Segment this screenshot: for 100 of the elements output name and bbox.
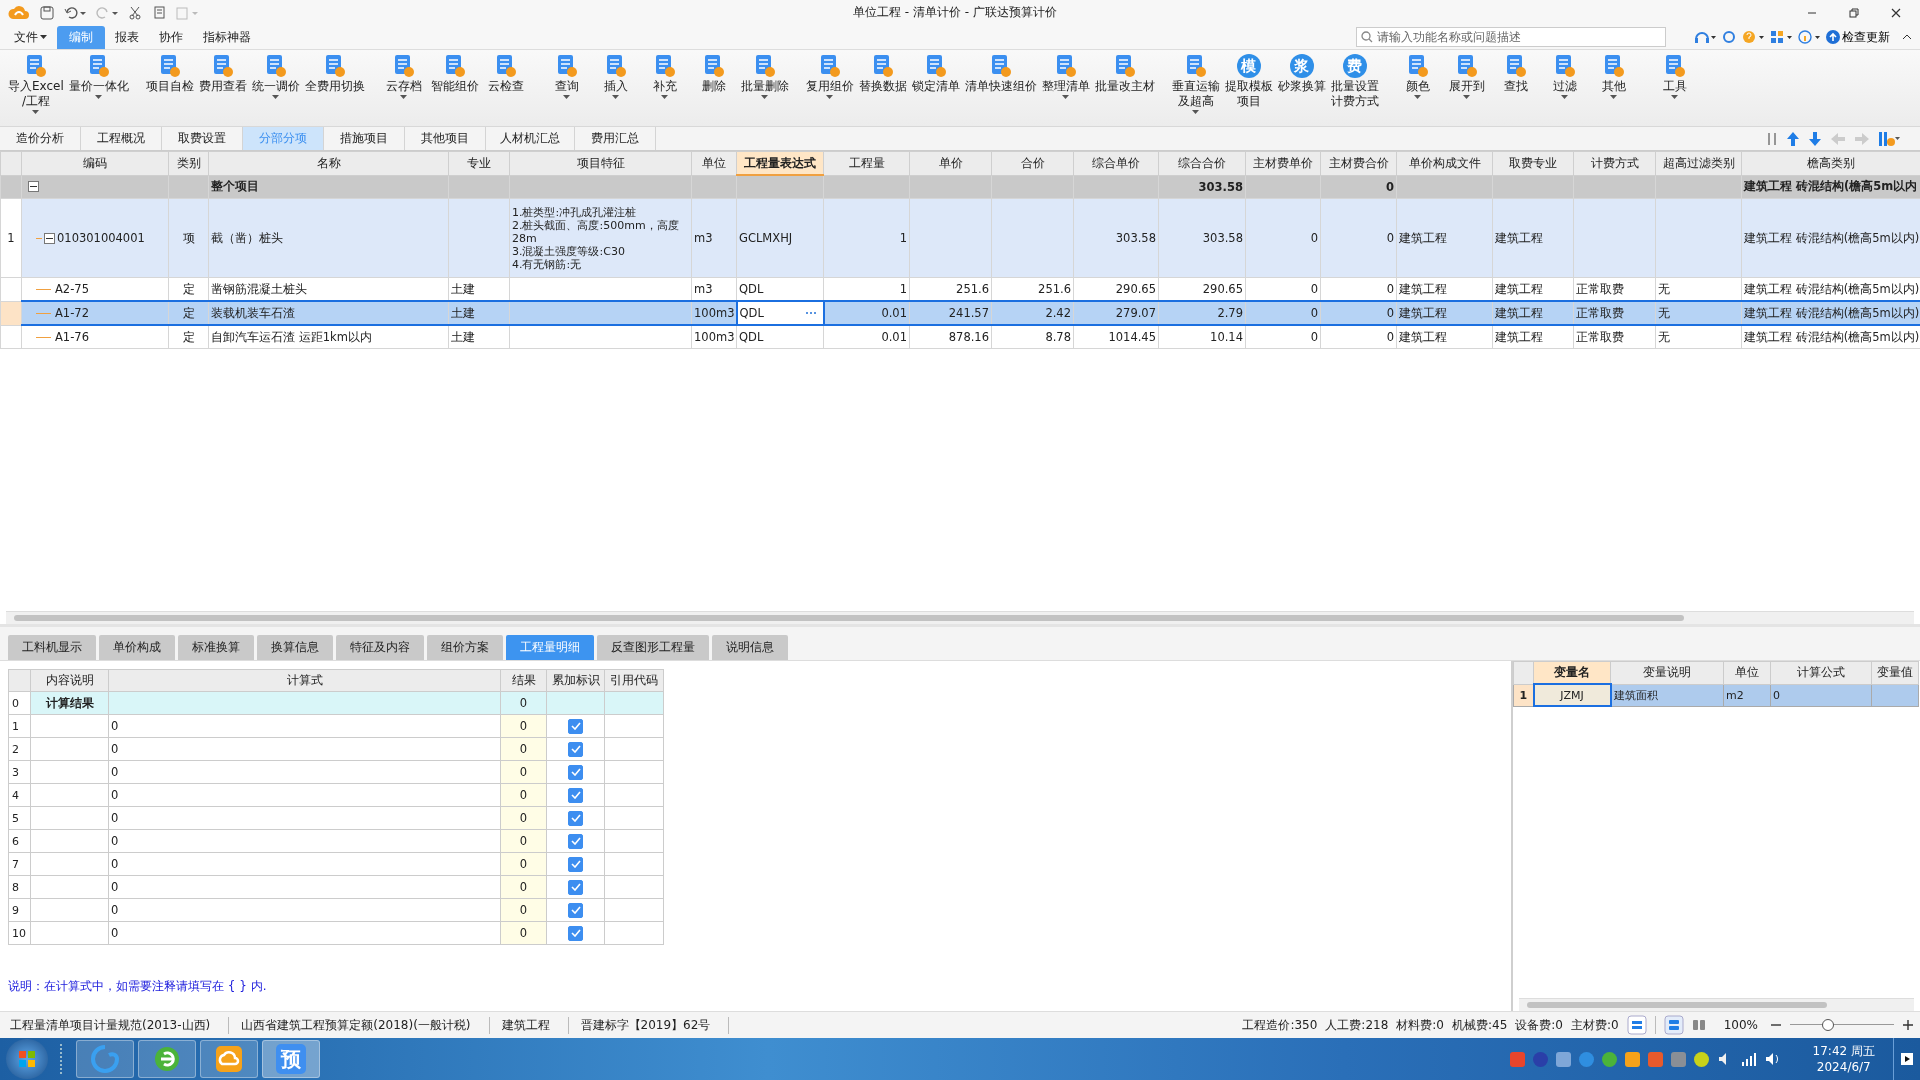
detail-tab[interactable]: 换算信息 <box>257 635 333 660</box>
check-update-button[interactable]: 检查更新 <box>1826 28 1896 46</box>
detail-tab[interactable]: 组价方案 <box>427 635 503 660</box>
checkbox[interactable] <box>568 856 583 872</box>
info-icon[interactable] <box>1798 30 1820 44</box>
tray-icon[interactable] <box>1578 1051 1594 1067</box>
toolbar-button[interactable]: 整理清单 <box>1039 54 1092 99</box>
stacked-layout-icon[interactable] <box>1663 1015 1684 1035</box>
column-header[interactable]: 工程量 <box>823 151 910 175</box>
column-header[interactable]: 工程量表达式 <box>736 151 824 175</box>
toolbar-button[interactable]: 查询 <box>542 54 591 99</box>
toolbar-button[interactable]: 费 批量设置 计费方式 <box>1328 54 1381 109</box>
checkbox[interactable] <box>568 810 583 826</box>
collapse-toggle[interactable] <box>28 181 39 193</box>
column-header[interactable]: 项目特征 <box>509 151 692 175</box>
signal-icon[interactable] <box>1740 1051 1757 1067</box>
toolbar-button[interactable]: 其他 <box>1589 54 1638 99</box>
menu-item[interactable]: 文件 <box>4 25 57 49</box>
help-icon[interactable] <box>1742 30 1764 44</box>
checkbox[interactable] <box>568 787 583 803</box>
column-header[interactable]: 单位 <box>691 151 737 175</box>
toolbar-button[interactable]: 导入Excel /工程 <box>6 54 66 114</box>
arrow-up-icon[interactable] <box>1786 130 1800 147</box>
detail-tab[interactable]: 工料机显示 <box>8 635 96 660</box>
view-tab[interactable]: 人材机汇总 <box>486 127 575 150</box>
detail-tab[interactable]: 反查图形工程量 <box>597 635 709 660</box>
toolbar-button[interactable]: 项目自检 <box>143 54 196 94</box>
zoom-in-icon[interactable] <box>1902 1019 1914 1031</box>
close-icon[interactable] <box>1890 6 1902 19</box>
toolbar-button[interactable]: 颜色 <box>1393 54 1442 99</box>
view-tab[interactable]: 措施项目 <box>324 127 405 150</box>
column-header[interactable]: 主材费单价 <box>1245 151 1321 175</box>
tray-icon[interactable] <box>1601 1051 1617 1067</box>
toolbar-button[interactable]: 全费用切换 <box>302 54 367 94</box>
table-row[interactable]: 整个项目 303.58 0 建筑工程 砖混结构(檐高5m以内 <box>0 175 1920 199</box>
table-row[interactable]: A2-75 定 凿钢筋混凝土桩头 土建 m3 QDL 1 251.6 251.6 290.65 290.65 0 0 建筑工程 建筑工程 正常取费 无 建筑工程 砖混结构(檐高5m以内) <box>0 277 1920 301</box>
table-row[interactable]: 1 010301004001 项 截（凿）桩头 1.桩类型:冲孔成孔灌注桩 2.桩头截面、高度:500mm，高度28m 3.混凝土强度等级:C30 4.有无钢筋:无 m3 GCLMXHJ 1 303.58 303.58 0 0 建筑工程 建筑工程 建筑工程 砖混结构(檐高5m以内) <box>0 198 1920 278</box>
view-tab[interactable]: 费用汇总 <box>575 127 656 150</box>
toolbar-button[interactable]: 查找 <box>1491 54 1540 94</box>
column-header[interactable]: 综合单价 <box>1073 151 1159 175</box>
toolbar-button[interactable]: 批量改主材 <box>1092 54 1157 94</box>
grid-icon[interactable] <box>1770 30 1792 44</box>
taskbar-app[interactable] <box>76 1040 134 1078</box>
toolbar-button[interactable]: 删除 <box>689 54 738 94</box>
toolbar-button[interactable]: 量价一体化 <box>66 54 131 99</box>
column-header[interactable]: 檐高类别 <box>1741 151 1920 175</box>
horizontal-scrollbar[interactable] <box>1519 998 1914 1011</box>
toolbar-button[interactable]: 浆 砂浆换算 <box>1275 54 1328 94</box>
search-field[interactable]: 请输入功能名称或问题描述 <box>1356 27 1666 47</box>
column-header[interactable]: 类别 <box>168 151 209 175</box>
column-header[interactable]: 专业 <box>448 151 510 175</box>
redo-icon[interactable] <box>96 5 118 20</box>
column-header[interactable]: 编码 <box>21 151 169 175</box>
column-header[interactable]: 单价 <box>909 151 992 175</box>
toolbar-button[interactable]: 云存档 <box>379 54 428 99</box>
copy-icon[interactable] <box>152 5 166 20</box>
column-header[interactable]: 超高过滤类别 <box>1655 151 1742 175</box>
checkbox[interactable] <box>568 764 583 780</box>
collapse-toggle[interactable] <box>44 232 55 244</box>
toolbar-button[interactable]: 替换数据 <box>856 54 909 94</box>
toolbar-button[interactable]: 垂直运输 及超高 <box>1169 54 1222 114</box>
view-tab[interactable]: 造价分析 <box>0 127 81 150</box>
toolbar-button[interactable]: 锁定清单 <box>909 54 962 94</box>
menu-item[interactable]: 指标神器 <box>193 25 261 49</box>
toolbar-button[interactable]: 费用查看 <box>196 54 249 94</box>
more-icon[interactable] <box>804 311 817 315</box>
column-header[interactable]: 综合合价 <box>1158 151 1246 175</box>
layout-icon[interactable] <box>1626 1015 1647 1035</box>
detail-tab[interactable]: 单价构成 <box>99 635 175 660</box>
speaker-icon[interactable] <box>1764 1051 1781 1067</box>
column-settings-icon[interactable] <box>1878 130 1900 147</box>
slider-thumb[interactable] <box>1822 1019 1835 1031</box>
collapse-icon[interactable] <box>1902 33 1912 41</box>
column-header[interactable]: 名称 <box>208 151 449 175</box>
tray-icon[interactable] <box>1555 1051 1571 1067</box>
taskbar-app[interactable] <box>200 1040 258 1078</box>
column-header[interactable]: 取费专业 <box>1492 151 1574 175</box>
column-header[interactable]: 单价构成文件 <box>1396 151 1493 175</box>
checkbox[interactable] <box>568 902 583 918</box>
tray-icon[interactable] <box>1670 1051 1686 1067</box>
undo-icon[interactable] <box>64 5 86 20</box>
toolbar-button[interactable]: 智能组价 <box>428 54 481 94</box>
toolbar-button[interactable]: 展开到 <box>1442 54 1491 99</box>
toolbar-button[interactable]: 清单快速组价 <box>962 54 1039 94</box>
tray-icon[interactable] <box>1624 1051 1640 1067</box>
menu-item[interactable]: 协作 <box>149 25 193 49</box>
tray-icon[interactable] <box>1647 1051 1663 1067</box>
checkbox[interactable] <box>568 741 583 757</box>
toolbar-button[interactable]: 统一调价 <box>249 54 302 99</box>
column-header[interactable]: 主材费合价 <box>1320 151 1397 175</box>
toolbar-button[interactable]: 工具 <box>1650 54 1699 99</box>
table-row[interactable]: A1-72 定 装载机装车石渣 土建 100m3 QDL 0.01 241.57 2.42 279.07 2.79 0 0 建筑工程 建筑工程 正常取费 无 建筑工程 砖混结构(檐高5m以内) <box>0 301 1920 325</box>
view-tab[interactable]: 其他项目 <box>405 127 486 150</box>
detail-tab[interactable]: 说明信息 <box>712 635 788 660</box>
column-header[interactable]: 计费方式 <box>1573 151 1656 175</box>
toolbar-button[interactable]: 云检查 <box>481 54 530 94</box>
save-icon[interactable] <box>40 5 54 20</box>
column-header[interactable]: 合价 <box>991 151 1074 175</box>
checkbox[interactable] <box>568 833 583 849</box>
toolbar-button[interactable]: 插入 <box>591 54 640 99</box>
